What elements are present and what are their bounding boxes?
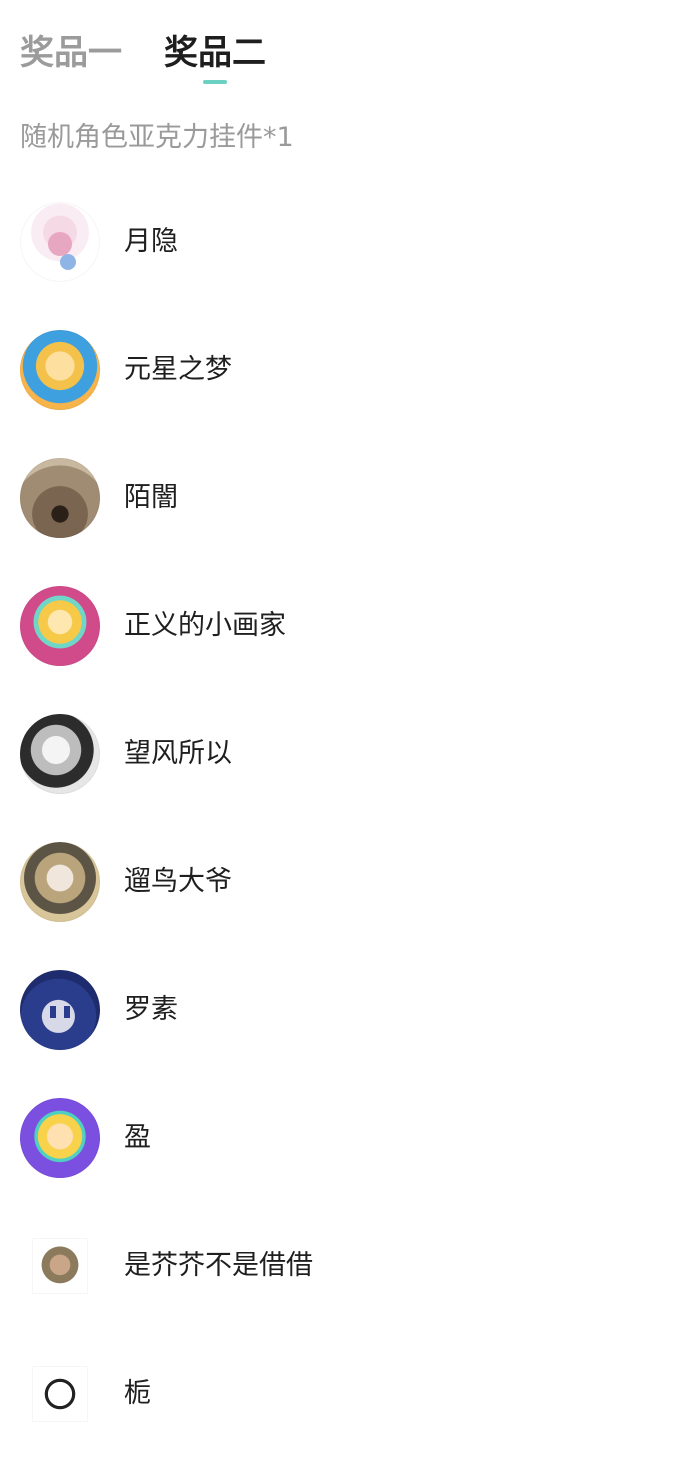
winner-name[interactable]: 陌闇 bbox=[124, 478, 178, 518]
winner-row[interactable]: 元星之梦 bbox=[0, 306, 700, 434]
winner-row[interactable]: 罗素 bbox=[0, 946, 700, 1074]
anime-character-avatar-icon[interactable] bbox=[32, 1238, 88, 1294]
winner-row[interactable]: 栀 bbox=[0, 1330, 700, 1458]
winner-name[interactable]: 是芥芥不是借借 bbox=[124, 1246, 313, 1286]
winner-row[interactable]: 盈 bbox=[0, 1074, 700, 1202]
winner-name[interactable]: 月隐 bbox=[124, 222, 178, 262]
winner-list: 月隐 元星之梦 陌闇 正义的小画家 望风所以 遛鸟大爷 罗素 盈 是芥芥不是借借… bbox=[0, 178, 700, 1458]
tab-prize-2[interactable]: 奖品二 bbox=[164, 28, 266, 84]
winner-name[interactable]: 遛鸟大爷 bbox=[124, 862, 232, 902]
tab-prize-2-label: 奖品二 bbox=[164, 33, 266, 73]
winner-row[interactable]: 望风所以 bbox=[0, 690, 700, 818]
winner-name[interactable]: 元星之梦 bbox=[124, 350, 232, 390]
active-tab-indicator bbox=[203, 80, 227, 84]
prize-tabs: 奖品一 奖品二 bbox=[20, 28, 308, 88]
winner-name[interactable]: 罗素 bbox=[124, 990, 178, 1030]
winner-row[interactable]: 遛鸟大爷 bbox=[0, 818, 700, 946]
tab-prize-1-label: 奖品一 bbox=[20, 33, 122, 73]
robot-avatar-icon[interactable] bbox=[20, 970, 100, 1050]
winner-row[interactable]: 是芥芥不是借借 bbox=[0, 1202, 700, 1330]
chibi-avatar-icon[interactable] bbox=[20, 586, 100, 666]
winner-name[interactable]: 栀 bbox=[124, 1374, 151, 1414]
winner-name[interactable]: 盈 bbox=[124, 1118, 151, 1158]
prize-description: 随机角色亚克力挂件*1 bbox=[20, 122, 294, 153]
panda-avatar-icon[interactable] bbox=[32, 1366, 88, 1422]
anime-girl-avatar-icon[interactable] bbox=[20, 330, 100, 410]
winner-name[interactable]: 望风所以 bbox=[124, 734, 232, 774]
chibi-avatar-icon[interactable] bbox=[20, 1098, 100, 1178]
winner-row[interactable]: 正义的小画家 bbox=[0, 562, 700, 690]
anime-girl-avatar-icon[interactable] bbox=[20, 842, 100, 922]
anime-boy-avatar-icon[interactable] bbox=[20, 714, 100, 794]
winner-name[interactable]: 正义的小画家 bbox=[124, 606, 286, 646]
dog-avatar-icon[interactable] bbox=[20, 458, 100, 538]
anime-girl-avatar-icon[interactable] bbox=[20, 202, 100, 282]
winner-row[interactable]: 月隐 bbox=[0, 178, 700, 306]
tab-prize-1[interactable]: 奖品一 bbox=[20, 28, 122, 78]
winner-row[interactable]: 陌闇 bbox=[0, 434, 700, 562]
